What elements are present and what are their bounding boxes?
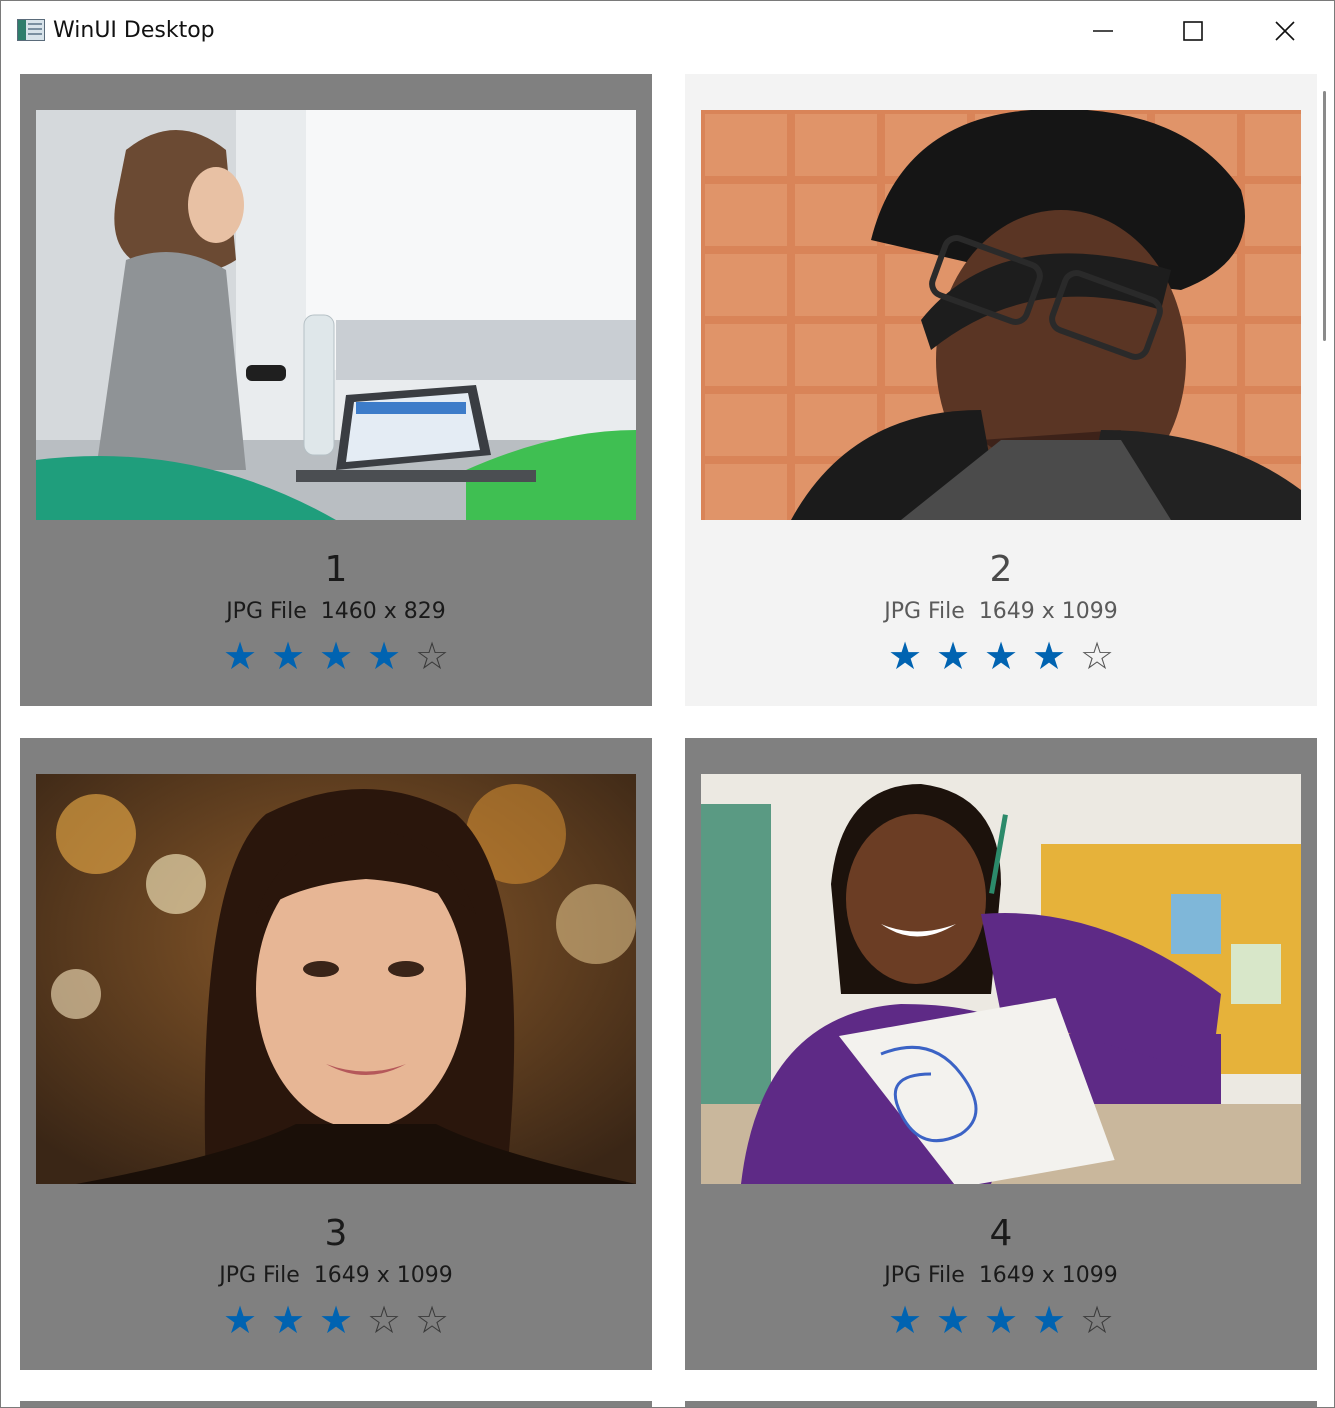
star-filled-icon[interactable]: ★ bbox=[929, 634, 977, 678]
file-type: JPG File bbox=[226, 599, 307, 624]
item-number: 4 bbox=[989, 1213, 1013, 1254]
star-filled-icon[interactable]: ★ bbox=[1025, 1298, 1073, 1342]
photo-item[interactable]: 4 JPG File 1649 x 1099 ★ ★ ★ ★ ☆ bbox=[685, 738, 1317, 1370]
photo-item-partial[interactable] bbox=[20, 1401, 652, 1407]
photo-item-partial[interactable] bbox=[685, 1401, 1317, 1407]
photo-thumbnail bbox=[36, 774, 636, 1184]
rating-control[interactable]: ★ ★ ★ ★ ☆ bbox=[685, 1298, 1317, 1342]
item-meta: JPG File 1649 x 1099 bbox=[685, 1261, 1317, 1291]
photo-thumbnail bbox=[36, 110, 636, 520]
image-dimensions: 1460 x 829 bbox=[320, 599, 446, 624]
photo-thumbnail bbox=[701, 110, 1301, 520]
photo-item[interactable]: 3 JPG File 1649 x 1099 ★ ★ ★ ☆ ☆ bbox=[20, 738, 652, 1370]
star-filled-icon[interactable]: ★ bbox=[216, 1298, 264, 1342]
woman-laptop-photo bbox=[36, 110, 636, 520]
photo-item-selected[interactable]: 2 JPG File 1649 x 1099 ★ ★ ★ ★ ☆ bbox=[685, 74, 1317, 706]
star-filled-icon[interactable]: ★ bbox=[264, 634, 312, 678]
image-dimensions: 1649 x 1099 bbox=[313, 1263, 453, 1288]
star-filled-icon[interactable]: ★ bbox=[977, 634, 1025, 678]
vertical-scrollbar[interactable] bbox=[1323, 91, 1326, 341]
item-number: 3 bbox=[324, 1213, 348, 1254]
star-filled-icon[interactable]: ★ bbox=[881, 634, 929, 678]
star-empty-icon[interactable]: ☆ bbox=[408, 1298, 456, 1342]
item-meta: JPG File 1649 x 1099 bbox=[20, 1261, 652, 1291]
star-filled-icon[interactable]: ★ bbox=[929, 1298, 977, 1342]
star-empty-icon[interactable]: ☆ bbox=[1073, 1298, 1121, 1342]
star-filled-icon[interactable]: ★ bbox=[216, 634, 264, 678]
image-dimensions: 1649 x 1099 bbox=[978, 599, 1118, 624]
item-meta: JPG File 1649 x 1099 bbox=[685, 597, 1317, 627]
photo-thumbnail bbox=[701, 774, 1301, 1184]
star-filled-icon[interactable]: ★ bbox=[264, 1298, 312, 1342]
girl-with-drawing-photo bbox=[701, 774, 1301, 1184]
star-empty-icon[interactable]: ☆ bbox=[360, 1298, 408, 1342]
app-window: WinUI Desktop 1 JPG File 1460 x 829 ★ ★ … bbox=[0, 0, 1335, 1408]
rating-control[interactable]: ★ ★ ★ ☆ ☆ bbox=[20, 1298, 652, 1342]
file-type: JPG File bbox=[884, 1263, 965, 1288]
star-filled-icon[interactable]: ★ bbox=[977, 1298, 1025, 1342]
star-empty-icon[interactable]: ☆ bbox=[408, 634, 456, 678]
star-empty-icon[interactable]: ☆ bbox=[1073, 634, 1121, 678]
photo-grid: 1 JPG File 1460 x 829 ★ ★ ★ ★ ☆ 2 JPG Fi… bbox=[1, 1, 1334, 1407]
rating-control[interactable]: ★ ★ ★ ★ ☆ bbox=[685, 634, 1317, 678]
young-man-photo bbox=[701, 110, 1301, 520]
item-meta: JPG File 1460 x 829 bbox=[20, 597, 652, 627]
image-dimensions: 1649 x 1099 bbox=[978, 1263, 1118, 1288]
star-filled-icon[interactable]: ★ bbox=[881, 1298, 929, 1342]
star-filled-icon[interactable]: ★ bbox=[312, 634, 360, 678]
item-number: 1 bbox=[324, 549, 348, 590]
rating-control[interactable]: ★ ★ ★ ★ ☆ bbox=[20, 634, 652, 678]
photo-item[interactable]: 1 JPG File 1460 x 829 ★ ★ ★ ★ ☆ bbox=[20, 74, 652, 706]
file-type: JPG File bbox=[219, 1263, 300, 1288]
star-filled-icon[interactable]: ★ bbox=[312, 1298, 360, 1342]
woman-portrait-photo bbox=[36, 774, 636, 1184]
item-number: 2 bbox=[989, 549, 1013, 590]
star-filled-icon[interactable]: ★ bbox=[360, 634, 408, 678]
file-type: JPG File bbox=[884, 599, 965, 624]
star-filled-icon[interactable]: ★ bbox=[1025, 634, 1073, 678]
